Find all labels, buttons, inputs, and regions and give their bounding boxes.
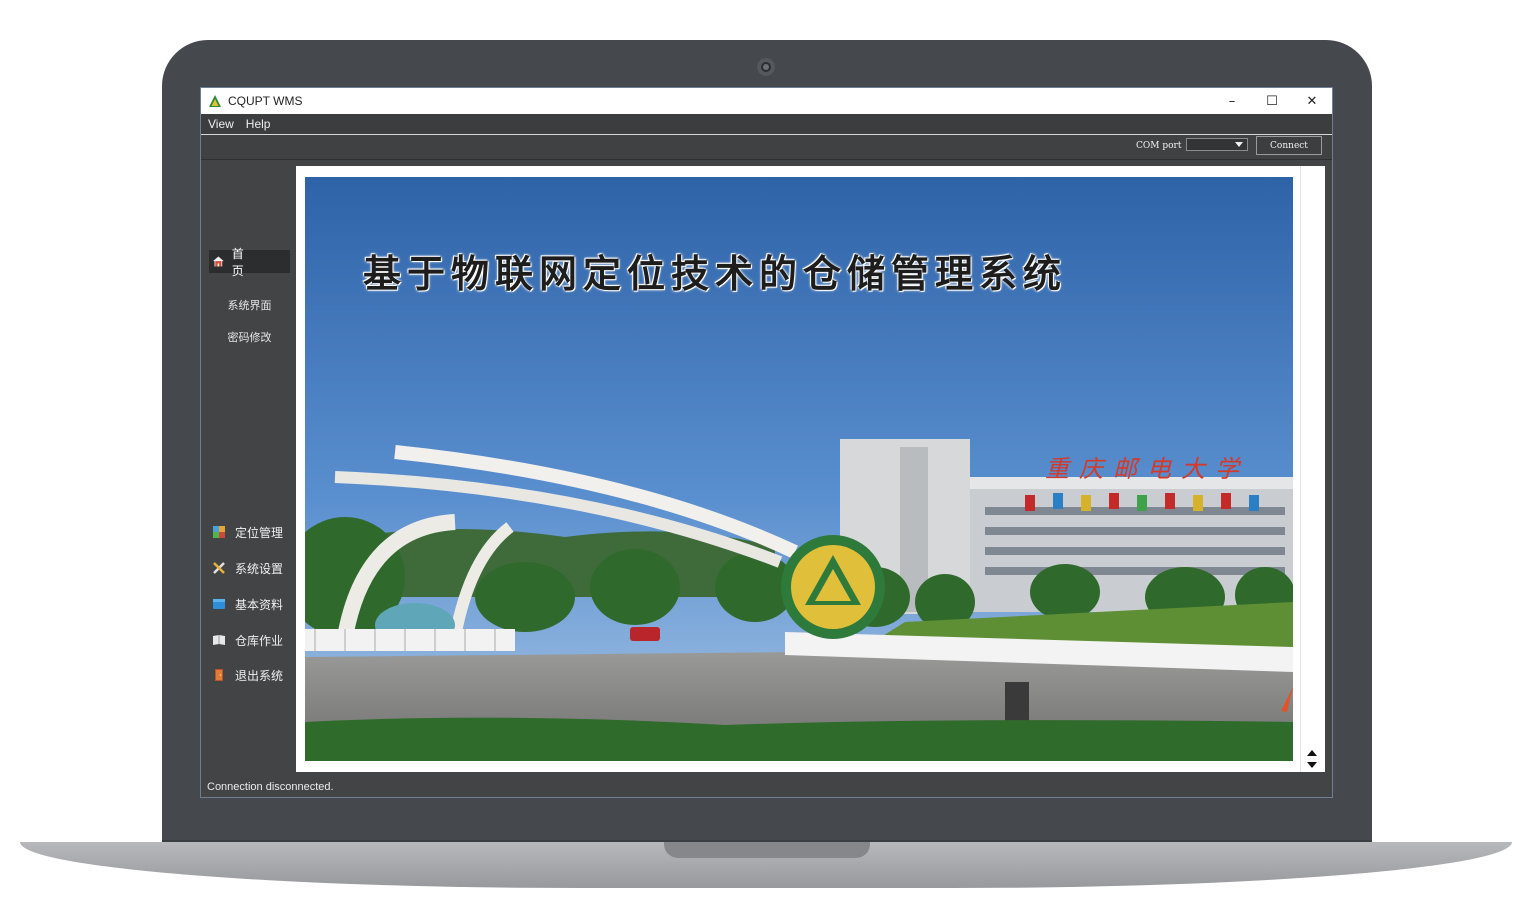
sidebar-item-warehouse-ops[interactable]: 仓库作业: [212, 631, 283, 649]
sidebar-item-exit[interactable]: 退出系统: [212, 666, 283, 684]
sidebar-item-location-label: 定位管理: [235, 525, 284, 540]
book-icon: [213, 635, 225, 645]
maximize-button[interactable]: ☐: [1252, 88, 1292, 114]
sidebar-item-password-change[interactable]: 密码修改: [209, 329, 290, 345]
status-message: Connection disconnected.: [207, 781, 334, 793]
sidebar-item-basic-data-label: 基本资料: [235, 597, 284, 612]
status-bar: Connection disconnected.: [201, 778, 1332, 796]
menu-bar: View Help: [201, 114, 1332, 135]
sidebar-item-home[interactable]: 首 页: [209, 247, 290, 278]
webcam-icon: [757, 58, 775, 76]
sidebar-item-basic-data[interactable]: 基本资料: [212, 595, 283, 613]
scroll-up-icon[interactable]: [1307, 750, 1317, 756]
sidebar-item-system-view[interactable]: 系统界面: [209, 297, 290, 313]
connect-button[interactable]: Connect: [1256, 136, 1322, 155]
sidebar-item-settings-label: 系统设置: [235, 561, 284, 576]
building-sign-text: 重庆邮电大学: [1045, 455, 1249, 483]
menu-view[interactable]: View: [208, 117, 234, 131]
minimize-button[interactable]: –: [1212, 88, 1252, 114]
map-icon: [213, 526, 225, 538]
campus-banner-image: 重庆邮电大学 基于物联网定位技术的仓储管理系统: [305, 177, 1293, 761]
content-area: 重庆邮电大学 基于物联网定位技术的仓储管理系统: [296, 166, 1325, 772]
com-port-select[interactable]: [1186, 138, 1248, 151]
dropdown-caret-icon: [1235, 142, 1243, 147]
sidebar-item-warehouse-ops-label: 仓库作业: [235, 633, 284, 648]
sidebar: 首 页 系统界面 密码修改 定位管理 系统设置 基本资料 仓库作业 退出系统: [201, 160, 296, 770]
app-logo-icon: [209, 95, 221, 107]
sidebar-item-exit-label: 退出系统: [235, 668, 284, 683]
home-icon: [213, 256, 224, 267]
sidebar-item-location[interactable]: 定位管理: [212, 523, 283, 541]
vertical-scrollbar[interactable]: [1300, 166, 1323, 772]
laptop-hinge-notch: [664, 842, 870, 858]
scroll-down-icon[interactable]: [1307, 762, 1317, 768]
window-title: CQUPT WMS: [228, 94, 303, 108]
com-port-label: COM port: [1136, 141, 1182, 151]
exit-icon: [215, 669, 223, 681]
toolbar: COM port Connect: [201, 135, 1332, 160]
menu-help[interactable]: Help: [246, 117, 271, 131]
app-window: CQUPT WMS – ☐ ✕ View Help COM port Conne…: [200, 87, 1333, 798]
banner-title: 基于物联网定位技术的仓储管理系统: [363, 251, 1068, 296]
sidebar-item-settings[interactable]: 系统设置: [212, 559, 283, 577]
folder-icon: [213, 599, 225, 609]
close-button[interactable]: ✕: [1292, 88, 1332, 114]
title-bar: CQUPT WMS – ☐ ✕: [201, 88, 1332, 114]
tools-icon: [213, 562, 225, 574]
sidebar-item-home-label: 首 页: [231, 246, 260, 278]
